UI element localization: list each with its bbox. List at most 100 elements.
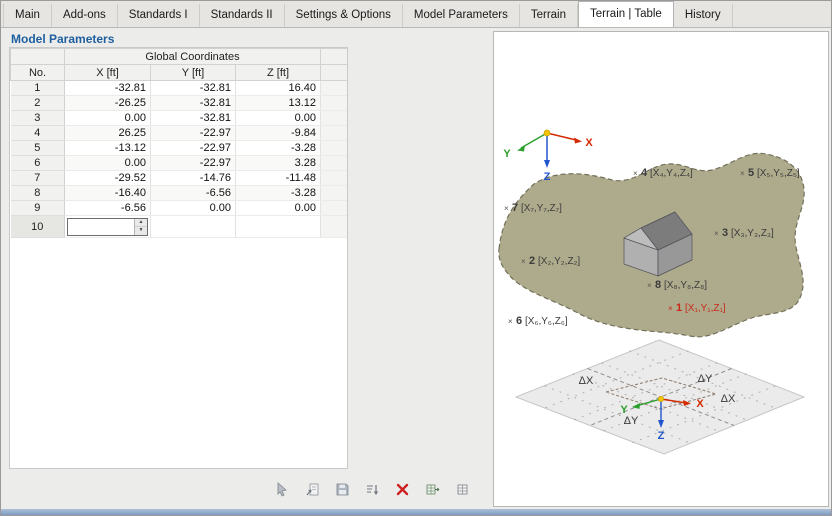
- point-number: 5: [748, 167, 754, 179]
- axis-y-label: Y: [503, 148, 511, 160]
- cell-row-number[interactable]: 10: [10, 215, 65, 238]
- terrain-illustration: ΔX ΔY ΔX ΔY X Y Z X Y Z × 1 [X₁,Y₁,Z₁] ×…: [498, 129, 806, 455]
- tab-standards-ii[interactable]: Standards II: [200, 4, 285, 27]
- export-table-button[interactable]: [421, 479, 444, 500]
- tab-terrain-table[interactable]: Terrain | Table: [578, 1, 674, 27]
- delta-x-label: ΔX: [579, 375, 594, 387]
- cell-row-number[interactable]: 1: [10, 80, 65, 96]
- cell-y[interactable]: [150, 215, 236, 238]
- col-header-z: Z [ft]: [234, 64, 322, 81]
- cell-x[interactable]: -26.25: [64, 95, 151, 111]
- cell-y[interactable]: -32.81: [150, 80, 236, 96]
- tab-history[interactable]: History: [674, 4, 733, 27]
- terrain-point-3: × 3 [X₃,Y₃,Z₃]: [714, 227, 774, 239]
- cell-z[interactable]: 3.28: [235, 155, 322, 171]
- cell-x[interactable]: -29.52: [64, 170, 151, 186]
- cell-y[interactable]: -22.97: [150, 140, 236, 156]
- cell-row-number[interactable]: 5: [10, 140, 65, 156]
- table-row: 8 -16.40 -6.56 -3.28: [10, 185, 347, 201]
- cell-extra: [320, 140, 347, 156]
- delete-x-icon: [396, 483, 409, 496]
- model-parameters-panel: Model Parameters Global Coordinates No. …: [1, 28, 491, 509]
- cell-z[interactable]: [235, 215, 322, 238]
- cell-row-number[interactable]: 6: [10, 155, 65, 171]
- cell-x[interactable]: 0.00: [64, 155, 151, 171]
- table-row: 3 0.00 -32.81 0.00: [10, 110, 347, 126]
- point-number: 8: [655, 279, 661, 291]
- tab-add-ons[interactable]: Add-ons: [52, 4, 118, 27]
- point-coords: [X₂,Y₂,Z₂]: [538, 256, 580, 267]
- cell-row-number[interactable]: 3: [10, 110, 65, 126]
- col-header-no: No.: [10, 64, 65, 81]
- col-header-extra: [320, 64, 347, 81]
- cell-z[interactable]: -11.48: [235, 170, 322, 186]
- cell-z[interactable]: -9.84: [235, 125, 322, 141]
- point-coords: [X₃,Y₃,Z₃]: [731, 228, 774, 239]
- table-row: 4 26.25 -22.97 -9.84: [10, 125, 347, 141]
- cell-row-number[interactable]: 8: [10, 185, 65, 201]
- cell-row-number[interactable]: 4: [10, 125, 65, 141]
- tab-model-parameters[interactable]: Model Parameters: [403, 4, 520, 27]
- axis-x-label: X: [585, 137, 593, 149]
- cell-z[interactable]: 13.12: [235, 95, 322, 111]
- cell-z[interactable]: -3.28: [235, 185, 322, 201]
- point-number: 4: [641, 167, 648, 179]
- cell-y[interactable]: -32.81: [150, 110, 236, 126]
- cell-y[interactable]: -32.81: [150, 95, 236, 111]
- cell-y[interactable]: -22.97: [150, 125, 236, 141]
- delta-x-label: ΔX: [721, 393, 736, 405]
- sort-button[interactable]: [361, 479, 384, 500]
- cell-x[interactable]: -32.81: [64, 80, 151, 96]
- spinner-control: ▲ ▼: [134, 218, 147, 235]
- point-marker: ×: [647, 281, 652, 290]
- cursor-pick-icon: [277, 482, 287, 497]
- point-coords: [X₄,Y₄,Z₄]: [650, 168, 693, 179]
- tab-settings-options[interactable]: Settings & Options: [285, 4, 403, 27]
- cell-x[interactable]: -13.12: [64, 140, 151, 156]
- point-marker: ×: [633, 169, 638, 178]
- cell-row-number[interactable]: 2: [10, 95, 65, 111]
- page-title: Model Parameters: [11, 32, 115, 46]
- table-row: 1 -32.81 -32.81 16.40: [10, 80, 347, 96]
- point-marker: ×: [508, 317, 513, 326]
- group-header-global-coordinates: Global Coordinates: [63, 48, 322, 65]
- point-number: 7: [512, 202, 518, 214]
- cell-z[interactable]: 0.00: [235, 200, 322, 216]
- cell-z[interactable]: 0.00: [235, 110, 322, 126]
- cell-row-number[interactable]: 7: [10, 170, 65, 186]
- import-button[interactable]: [301, 479, 324, 500]
- point-coords: [X₇,Y₇,Z₇]: [521, 203, 562, 214]
- cell-row-number[interactable]: 9: [10, 200, 65, 216]
- cell-x[interactable]: -6.56: [64, 200, 151, 216]
- cell-extra: [320, 170, 347, 186]
- pick-button[interactable]: [271, 479, 294, 500]
- cell-extra: [320, 185, 347, 201]
- delta-y-label: ΔY: [698, 373, 713, 385]
- cell-x[interactable]: 26.25: [64, 125, 151, 141]
- ground-plane: ΔX ΔY ΔX ΔY X Y Z: [514, 339, 806, 455]
- spinner-up-icon[interactable]: ▲: [135, 219, 147, 227]
- table-button[interactable]: [451, 479, 474, 500]
- plane-origin-marker: [657, 395, 664, 402]
- save-button[interactable]: [331, 479, 354, 500]
- point-coords: [X₅,Y₅,Z₅]: [757, 168, 800, 179]
- spinner-down-icon[interactable]: ▼: [135, 227, 147, 235]
- cell-y[interactable]: -14.76: [150, 170, 236, 186]
- tab-terrain[interactable]: Terrain: [520, 4, 578, 27]
- tab-main[interactable]: Main: [3, 4, 52, 27]
- cell-y[interactable]: 0.00: [150, 200, 236, 216]
- table-row: 5 -13.12 -22.97 -3.28: [10, 140, 347, 156]
- delete-all-button[interactable]: [391, 479, 414, 500]
- cell-extra: [320, 125, 347, 141]
- cell-x[interactable]: -16.40: [64, 185, 151, 201]
- cell-z[interactable]: -3.28: [235, 140, 322, 156]
- point-number: 3: [722, 227, 728, 239]
- cell-x[interactable]: 0.00: [64, 110, 151, 126]
- cell-y[interactable]: -6.56: [150, 185, 236, 201]
- tab-standards-i[interactable]: Standards I: [118, 4, 200, 27]
- import-icon: [306, 483, 319, 496]
- cell-z[interactable]: 16.40: [235, 80, 322, 96]
- cell-y[interactable]: -22.97: [150, 155, 236, 171]
- header-corner: [10, 48, 65, 65]
- cell-extra: [320, 80, 347, 96]
